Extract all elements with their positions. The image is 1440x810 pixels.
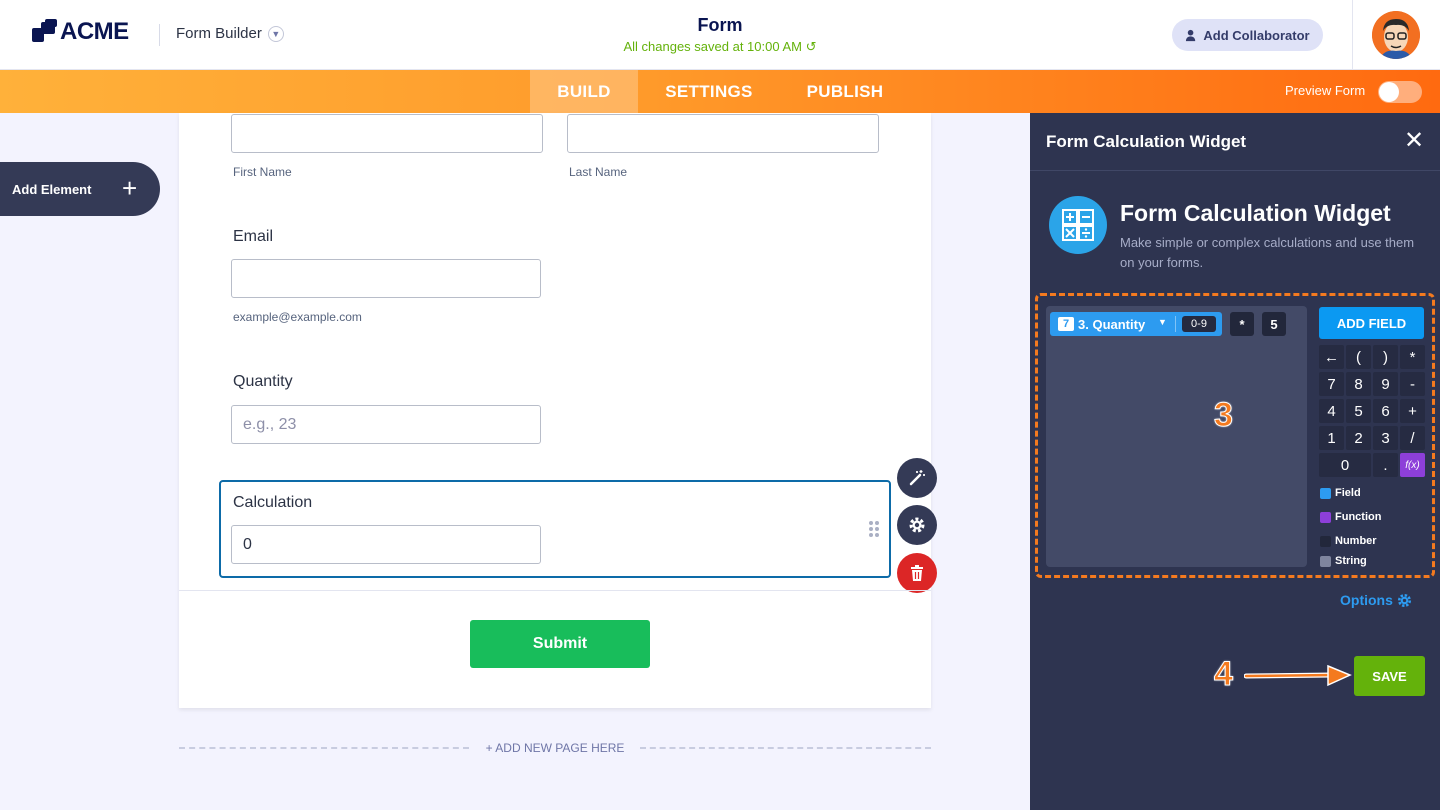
app-header: ACME Form Builder ▼ Form All changes sav…: [0, 0, 1440, 70]
gear-icon: [1397, 593, 1411, 607]
legend-field-swatch: [1320, 488, 1331, 499]
add-element-label: Add Element: [12, 181, 92, 197]
magic-wand-icon: [909, 470, 925, 486]
add-collaborator-button[interactable]: Add Collaborator: [1172, 19, 1323, 51]
formula-token-operator[interactable]: *: [1230, 312, 1254, 336]
calculation-label: Calculation: [233, 494, 313, 511]
legend-string-swatch: [1320, 556, 1331, 567]
key-9[interactable]: 9: [1373, 372, 1398, 396]
key-close-paren[interactable]: ): [1373, 345, 1398, 369]
key-backspace[interactable]: ←: [1319, 345, 1344, 369]
add-page-line-right: [640, 747, 931, 749]
email-sublabel: example@example.com: [233, 310, 362, 324]
acme-logo[interactable]: ACME: [32, 18, 129, 46]
key-function[interactable]: f(x): [1400, 453, 1425, 477]
add-page-line-left: [179, 747, 469, 749]
quantity-label: Quantity: [233, 373, 293, 390]
logo-text: ACME: [60, 18, 129, 45]
arrow-right-icon: [1244, 664, 1352, 687]
step-3-annotation: 3: [1214, 396, 1234, 435]
key-plus[interactable]: +: [1400, 399, 1425, 423]
drag-handle-icon[interactable]: [869, 521, 881, 537]
first-name-input[interactable]: [231, 114, 543, 153]
token-divider: [1175, 316, 1176, 332]
panel-title: Form Calculation Widget: [1046, 132, 1247, 151]
key-decimal[interactable]: .: [1373, 453, 1398, 477]
builder-nav: BUILD SETTINGS PUBLISH Preview Form: [0, 70, 1440, 113]
trash-icon: [911, 565, 923, 581]
key-5[interactable]: 5: [1346, 399, 1371, 423]
quantity-input[interactable]: e.g., 23: [231, 405, 541, 444]
delete-button[interactable]: [897, 553, 937, 593]
legend-function-label: Function: [1335, 511, 1382, 523]
tab-build[interactable]: BUILD: [530, 70, 638, 113]
last-name-sublabel: Last Name: [569, 165, 628, 179]
user-icon: [1186, 29, 1196, 41]
step-4-annotation: 4: [1214, 655, 1234, 694]
magic-wand-button[interactable]: [897, 458, 937, 498]
options-label: Options: [1340, 592, 1393, 608]
chevron-down-icon: ▼: [267, 25, 284, 42]
key-multiply[interactable]: *: [1400, 345, 1425, 369]
key-4[interactable]: 4: [1319, 399, 1344, 423]
formula-token-number[interactable]: 5: [1262, 312, 1286, 336]
preview-form-toggle[interactable]: [1378, 81, 1422, 103]
close-icon[interactable]: ✕: [1404, 129, 1424, 153]
key-7[interactable]: 7: [1319, 372, 1344, 396]
field-token-label: 3. Quantity: [1078, 317, 1146, 332]
avatar-divider: [1352, 0, 1353, 70]
widget-description: Make simple or complex calculations and …: [1120, 235, 1415, 270]
panel-header: Form Calculation Widget ✕: [1030, 113, 1440, 171]
legend-function-swatch: [1320, 512, 1331, 523]
email-input[interactable]: [231, 259, 541, 298]
saved-status-text: All changes saved at 10:00 AM: [623, 39, 802, 54]
tab-publish[interactable]: PUBLISH: [795, 70, 895, 113]
app-name: Form Builder: [176, 25, 262, 42]
submit-button[interactable]: Submit: [470, 620, 650, 668]
widget-title: Form Calculation Widget: [1120, 200, 1391, 226]
avatar-face-icon: [1372, 11, 1420, 59]
formula-editor[interactable]: [1046, 306, 1307, 567]
form-footer-divider: [179, 590, 931, 591]
add-field-button[interactable]: ADD FIELD: [1319, 307, 1424, 339]
key-2[interactable]: 2: [1346, 426, 1371, 450]
legend-number-swatch: [1320, 536, 1331, 547]
legend-field-label: Field: [1335, 487, 1361, 499]
key-6[interactable]: 6: [1373, 399, 1398, 423]
key-open-paren[interactable]: (: [1346, 345, 1371, 369]
add-element-button[interactable]: Add Element +: [0, 162, 160, 216]
key-3[interactable]: 3: [1373, 426, 1398, 450]
preview-form-label: Preview Form: [1285, 83, 1366, 98]
tab-settings[interactable]: SETTINGS: [650, 70, 768, 113]
key-1[interactable]: 1: [1319, 426, 1344, 450]
revert-icon[interactable]: ↺: [806, 39, 817, 54]
key-divide[interactable]: /: [1400, 426, 1425, 450]
plus-icon: +: [122, 173, 138, 203]
field-index-badge: 7: [1058, 317, 1074, 331]
save-button[interactable]: SAVE: [1354, 656, 1425, 696]
avatar[interactable]: [1372, 11, 1420, 59]
form-builder-menu[interactable]: Form Builder ▼: [176, 25, 284, 42]
last-name-input[interactable]: [567, 114, 879, 153]
legend-string-label: String: [1335, 555, 1367, 567]
legend-number-label: Number: [1335, 535, 1377, 547]
key-0[interactable]: 0: [1319, 453, 1371, 477]
key-minus[interactable]: -: [1400, 372, 1425, 396]
key-8[interactable]: 8: [1346, 372, 1371, 396]
add-collaborator-label: Add Collaborator: [1203, 27, 1310, 43]
email-label: Email: [233, 228, 274, 245]
calculator-icon: [1049, 196, 1107, 254]
settings-button[interactable]: [897, 505, 937, 545]
acme-logo-mark-icon: [32, 19, 58, 45]
calculation-input[interactable]: 0: [231, 525, 541, 564]
gear-icon: [909, 517, 925, 533]
first-name-sublabel: First Name: [233, 165, 292, 179]
add-new-page-button[interactable]: + ADD NEW PAGE HERE: [470, 741, 640, 755]
field-range-badge: 0-9: [1182, 316, 1216, 332]
caret-down-icon[interactable]: ▼: [1158, 317, 1167, 327]
options-button[interactable]: Options: [1340, 592, 1412, 608]
header-divider: [159, 24, 160, 46]
